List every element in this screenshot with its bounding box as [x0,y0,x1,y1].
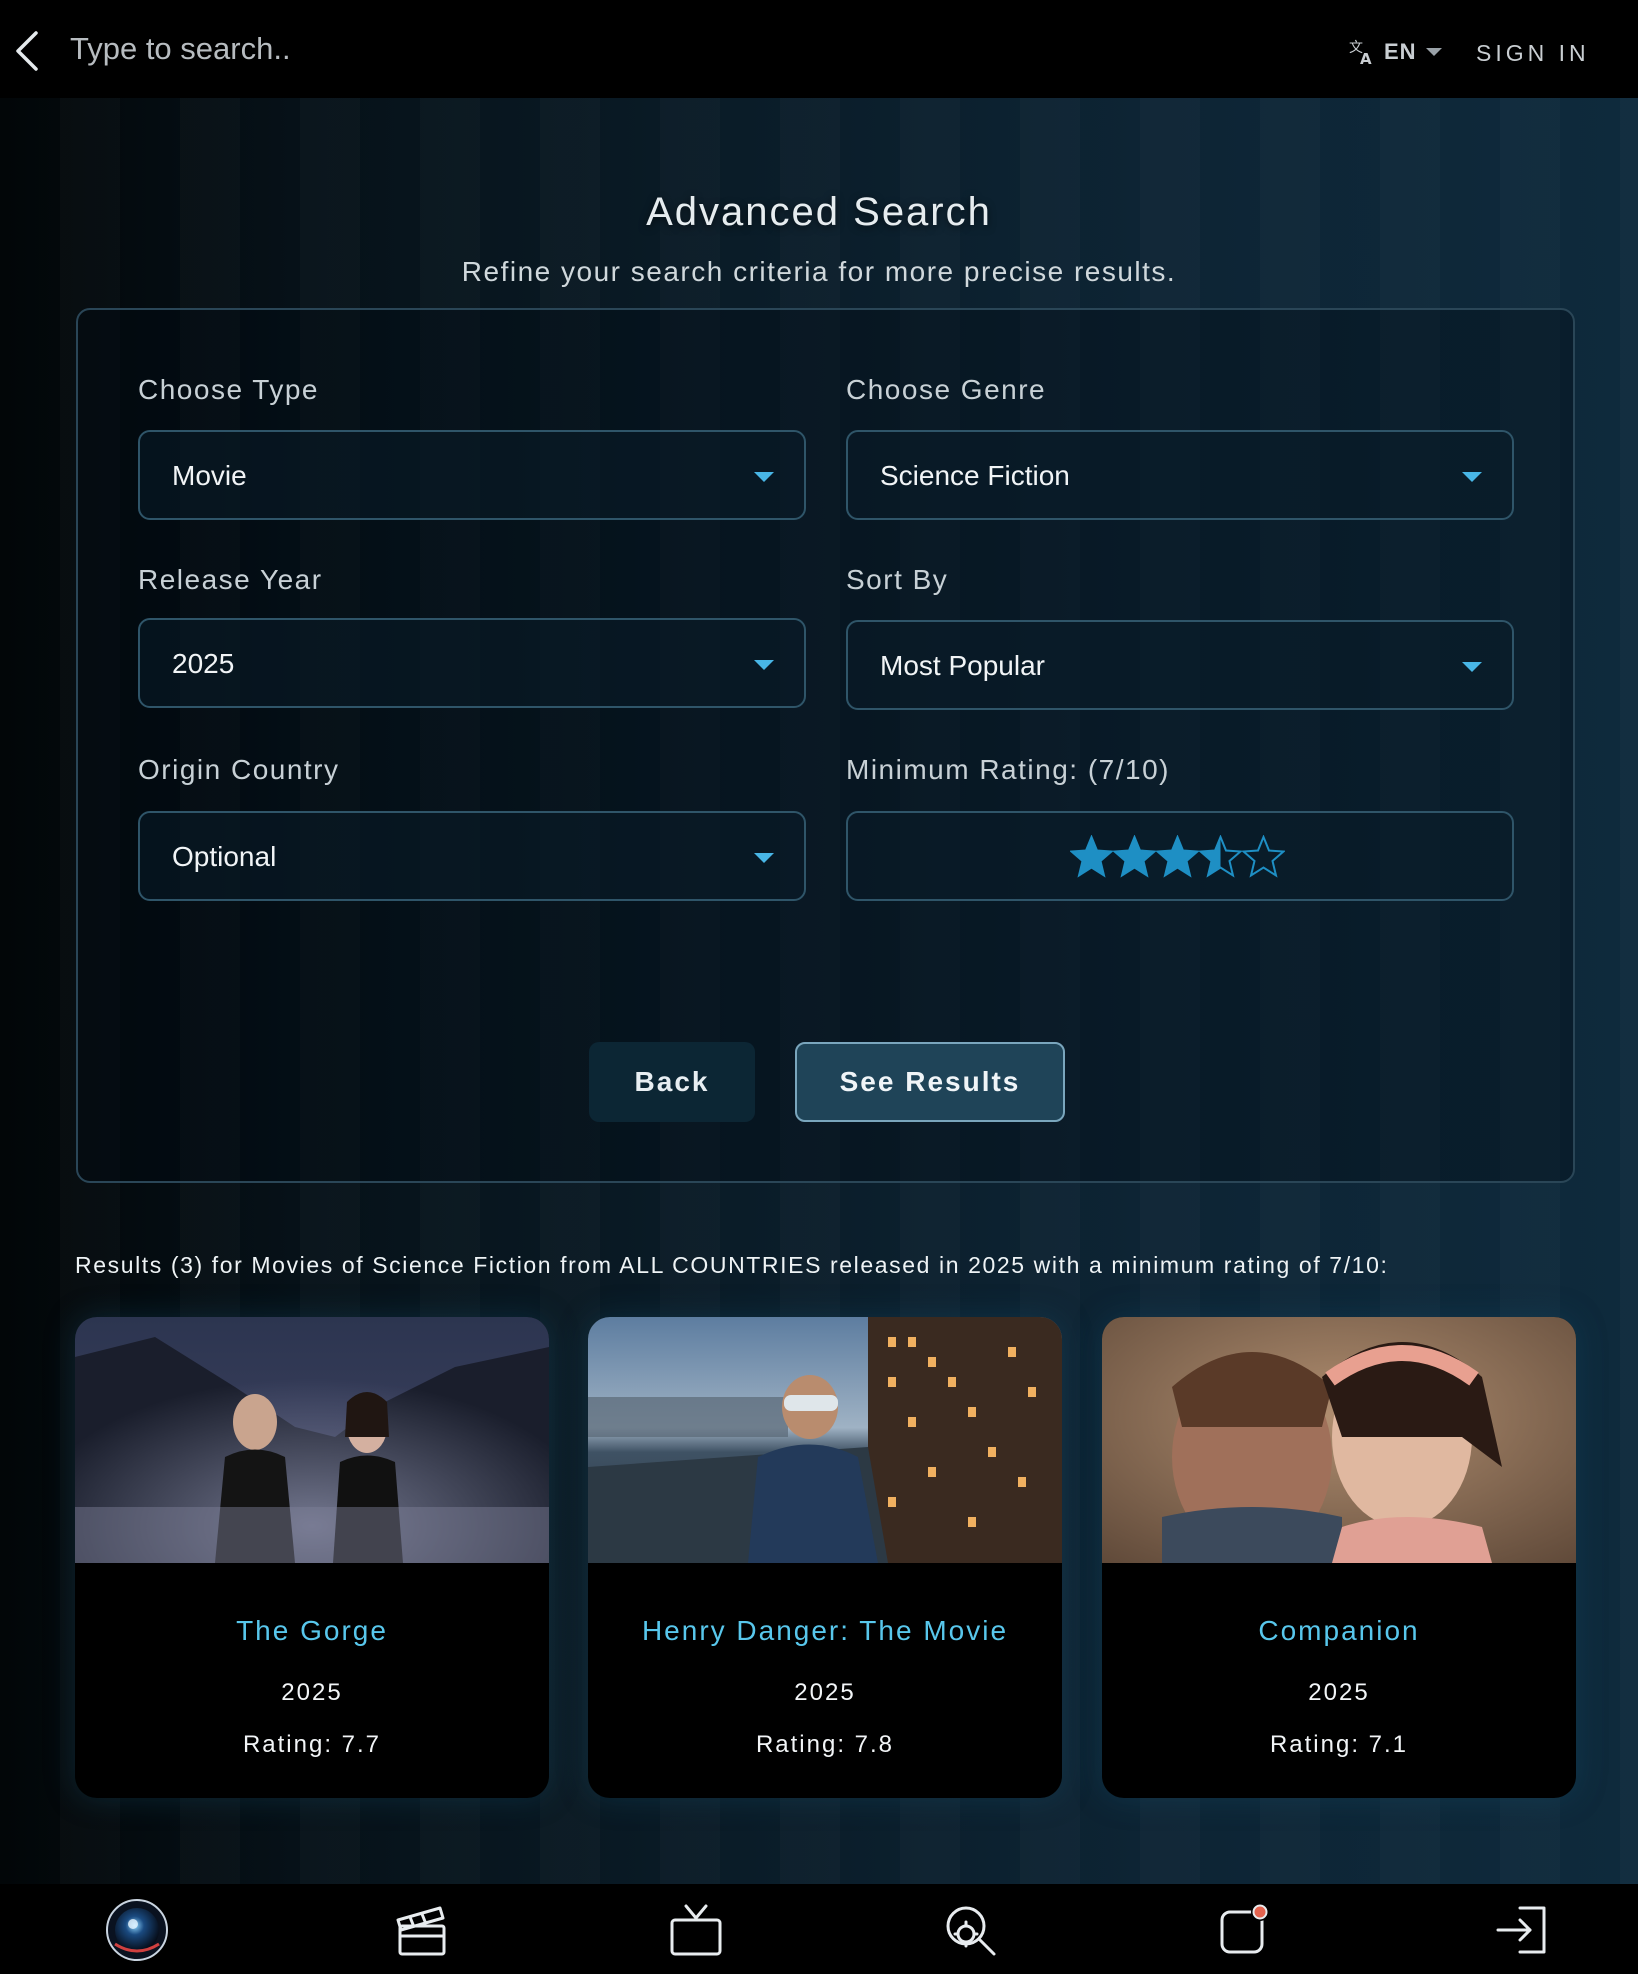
caret-down-icon [754,472,774,482]
star-rating[interactable] [1070,835,1285,879]
type-select[interactable]: Movie [138,430,806,520]
year-select[interactable]: 2025 [138,618,806,708]
card-year: 2025 [794,1679,856,1706]
svg-text:A: A [1360,50,1372,66]
country-label: Origin Country [138,754,340,785]
results-summary: Results (3) for Movies of Science Fictio… [75,1252,1389,1278]
page-title: Advanced Search [646,190,992,234]
star-half-icon[interactable] [1199,835,1242,879]
caret-down-icon [1462,472,1482,482]
star-filled-icon[interactable] [1156,835,1199,879]
tv-icon[interactable] [664,1898,728,1962]
app-logo-icon[interactable] [105,1898,169,1962]
search-settings-icon[interactable] [938,1898,1002,1962]
chevron-down-icon [1425,48,1442,56]
type-select-value: Movie [172,460,247,491]
card-year: 2025 [281,1679,343,1706]
year-label: Release Year [138,564,323,595]
search-input[interactable] [70,22,970,76]
card-title: The Gorge [236,1615,388,1646]
rating-label: Minimum Rating: (7/10) [846,754,1170,785]
language-label: EN [1384,39,1417,64]
caret-down-icon [754,853,774,863]
bottom-nav [0,1884,1638,1974]
result-card[interactable]: Companion 2025 Rating: 7.1 [1102,1317,1576,1798]
genre-label: Choose Genre [846,374,1047,405]
notification-icon[interactable] [1212,1898,1276,1962]
card-title: Companion [1258,1615,1420,1646]
card-rating: Rating: 7.8 [755,1731,895,1758]
card-year: 2025 [1308,1679,1370,1706]
poster-image-companion [1102,1317,1576,1563]
sign-in-icon[interactable] [1490,1898,1554,1962]
country-select[interactable]: Optional [138,811,806,901]
star-filled-icon[interactable] [1113,835,1156,879]
caret-down-icon [754,660,774,670]
country-select-value: Optional [172,841,277,872]
language-selector[interactable]: 文 A EN [1348,36,1443,68]
sort-select[interactable]: Most Popular [846,620,1514,710]
year-select-value: 2025 [172,648,235,679]
sort-label: Sort By [846,564,949,595]
translate-icon: 文 A [1349,40,1372,66]
clapperboard-icon[interactable] [390,1898,454,1962]
card-rating: Rating: 7.1 [1269,1731,1409,1758]
app-root: 文 A EN SIGN IN Advanced Search Refine yo… [0,0,1638,1974]
search-form-panel: Choose Type Movie Choose Genre Science F… [76,308,1575,1183]
card-title: Henry Danger: The Movie [641,1615,1009,1646]
caret-down-icon [1462,662,1482,672]
sign-in-link[interactable]: SIGN IN [1476,40,1590,67]
type-label: Choose Type [138,374,319,405]
sort-select-value: Most Popular [880,650,1045,681]
result-card[interactable]: The Gorge 2025 Rating: 7.7 [75,1317,549,1798]
poster-image-henry-danger [588,1317,1062,1563]
back-arrow-icon[interactable] [12,30,42,72]
result-card[interactable]: Henry Danger: The Movie 2025 Rating: 7.8 [588,1317,1062,1798]
back-button[interactable]: Back [589,1042,755,1122]
top-bar: 文 A EN SIGN IN [0,0,1638,98]
card-rating: Rating: 7.7 [242,1731,382,1758]
genre-select[interactable]: Science Fiction [846,430,1514,520]
star-filled-icon[interactable] [1070,835,1113,879]
rating-box [846,811,1514,901]
genre-select-value: Science Fiction [880,460,1070,491]
page-subtitle: Refine your search criteria for more pre… [461,256,1177,287]
see-results-button[interactable]: See Results [795,1042,1065,1122]
star-empty-icon[interactable] [1242,835,1285,879]
poster-image-the-gorge [75,1317,549,1563]
